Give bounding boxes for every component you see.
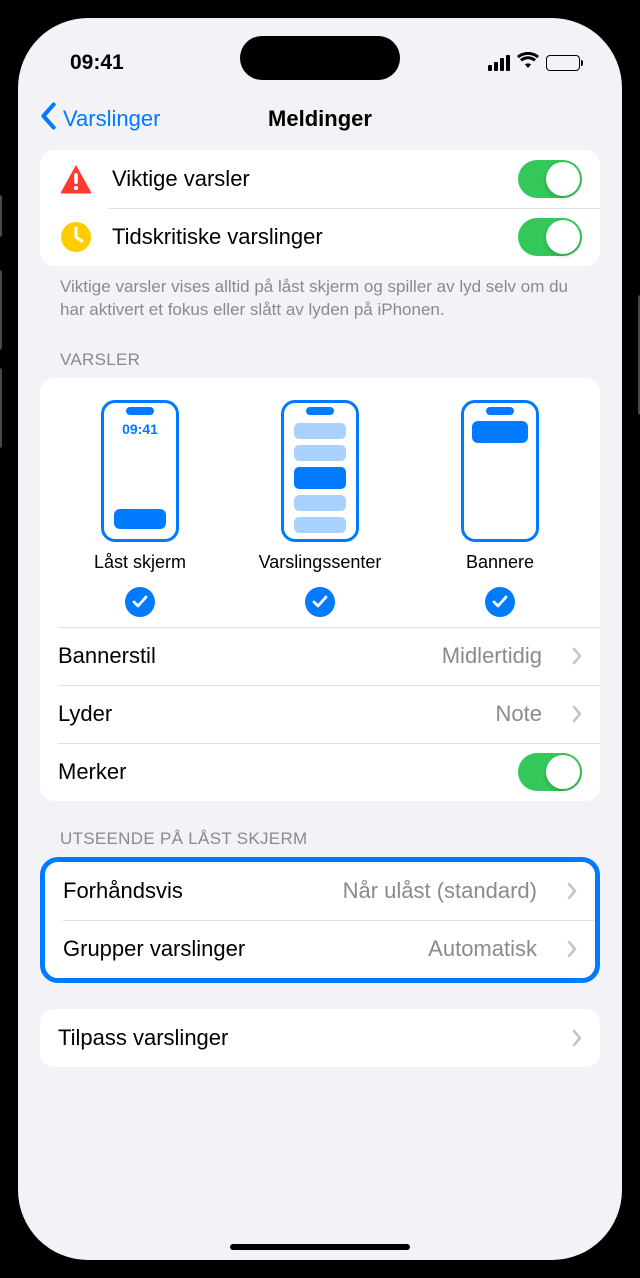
- customize-notifications-label: Tilpass varslinger: [58, 1025, 542, 1051]
- alerts-group: 09:41 Låst skjerm Varslingsse: [40, 378, 600, 801]
- chevron-right-icon: [572, 1029, 582, 1047]
- sounds-value: Note: [496, 701, 542, 727]
- chevron-right-icon: [572, 647, 582, 665]
- chevron-left-icon: [40, 102, 57, 136]
- critical-alerts-footer: Viktige varsler vises alltid på låst skj…: [40, 266, 600, 322]
- time-sensitive-row: Tidskritiske varslinger: [40, 208, 600, 266]
- lock-screen-checkmark-icon: [125, 587, 155, 617]
- customize-notifications-row[interactable]: Tilpass varslinger: [40, 1009, 600, 1067]
- cellular-signal-icon: [488, 55, 510, 71]
- important-alerts-label: Viktige varsler: [112, 166, 500, 192]
- banner-style-value: Midlertidig: [442, 643, 542, 669]
- time-sensitive-toggle[interactable]: [518, 218, 582, 256]
- chevron-right-icon: [567, 940, 577, 958]
- preview-row[interactable]: Forhåndsvis Når ulåst (standard): [45, 862, 595, 920]
- important-alerts-row: Viktige varsler: [40, 150, 600, 208]
- back-button[interactable]: Varslinger: [40, 102, 160, 136]
- customize-group: Tilpass varslinger: [40, 1009, 600, 1067]
- alert-style-picker: 09:41 Låst skjerm Varslingsse: [40, 378, 600, 627]
- preview-value: Når ulåst (standard): [343, 878, 537, 904]
- content-scroll[interactable]: Viktige varsler Tidskritiske varslinger …: [18, 150, 622, 1260]
- critical-alerts-group: Viktige varsler Tidskritiske varslinger: [40, 150, 600, 266]
- chevron-right-icon: [567, 882, 577, 900]
- banners-checkmark-icon: [485, 587, 515, 617]
- lockscreen-appearance-group: Forhåndsvis Når ulåst (standard) Grupper…: [45, 862, 595, 978]
- chevron-right-icon: [572, 705, 582, 723]
- alert-style-banners[interactable]: Bannere: [411, 400, 589, 617]
- grouping-row[interactable]: Grupper varslinger Automatisk: [45, 920, 595, 978]
- page-title: Meldinger: [268, 106, 372, 132]
- banner-style-row[interactable]: Bannerstil Midlertidig: [40, 627, 600, 685]
- iphone-device-frame: 09:41 Varslinger Meldinger: [0, 0, 640, 1278]
- alerts-section-header: VARSLER: [40, 322, 600, 378]
- clock-icon: [58, 221, 94, 253]
- screen: 09:41 Varslinger Meldinger: [18, 18, 622, 1260]
- home-indicator[interactable]: [230, 1244, 410, 1250]
- important-alerts-toggle[interactable]: [518, 160, 582, 198]
- badges-toggle[interactable]: [518, 753, 582, 791]
- sounds-row[interactable]: Lyder Note: [40, 685, 600, 743]
- banner-style-label: Bannerstil: [58, 643, 424, 669]
- notification-center-label: Varslingssenter: [259, 552, 382, 573]
- status-time: 09:41: [70, 51, 124, 75]
- back-button-label: Varslinger: [63, 106, 160, 132]
- dynamic-island: [240, 36, 400, 80]
- lockscreen-section-header: UTSEENDE PÅ LÅST SKJERM: [40, 801, 600, 857]
- alert-style-notification-center[interactable]: Varslingssenter: [231, 400, 409, 617]
- grouping-value: Automatisk: [428, 936, 537, 962]
- alert-style-lock-screen[interactable]: 09:41 Låst skjerm: [51, 400, 229, 617]
- highlight-callout: Forhåndsvis Når ulåst (standard) Grupper…: [40, 857, 600, 983]
- nav-bar: Varslinger Meldinger: [18, 88, 622, 150]
- notification-center-preview-icon: [281, 400, 359, 542]
- lock-screen-preview-icon: 09:41: [101, 400, 179, 542]
- sounds-label: Lyder: [58, 701, 478, 727]
- badges-row: Merker: [40, 743, 600, 801]
- badges-label: Merker: [58, 759, 500, 785]
- notification-center-checkmark-icon: [305, 587, 335, 617]
- banners-label: Bannere: [466, 552, 534, 573]
- time-sensitive-label: Tidskritiske varslinger: [112, 224, 500, 250]
- grouping-label: Grupper varslinger: [63, 936, 410, 962]
- banners-preview-icon: [461, 400, 539, 542]
- wifi-icon: [517, 51, 539, 75]
- warning-triangle-icon: [58, 164, 94, 194]
- battery-icon: [546, 55, 580, 71]
- lock-screen-label: Låst skjerm: [94, 552, 186, 573]
- preview-label: Forhåndsvis: [63, 878, 325, 904]
